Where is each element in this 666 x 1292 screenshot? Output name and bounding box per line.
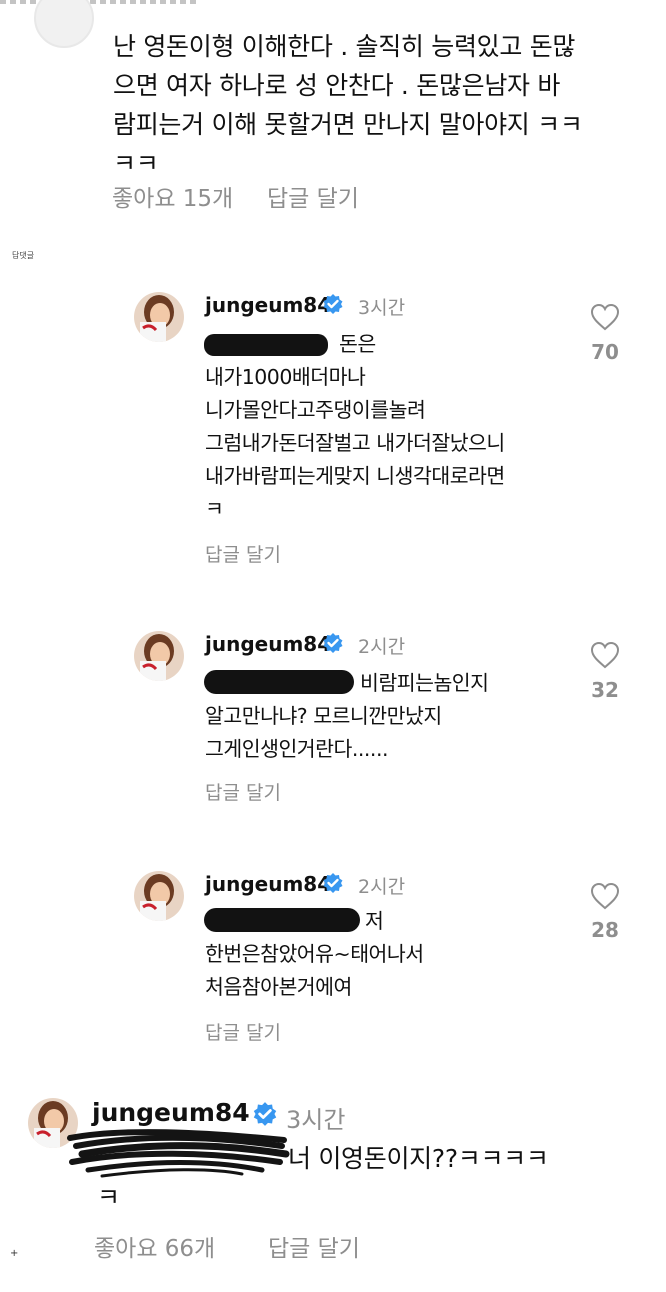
reply-reply-button[interactable]: 답글 달기 [205, 540, 281, 567]
footer-mark: + [10, 1248, 19, 1259]
verified-badge-icon [323, 294, 343, 314]
reply-time: 2시간 [358, 876, 406, 898]
reply-text: 저 한번은참았어유~태어나서 처음참아본거에여 [205, 905, 585, 1004]
reply-line: 한번은참았어유~태어나서 [205, 942, 424, 966]
reply-avatar[interactable] [134, 292, 184, 342]
top-comment-line: 난 영돈이형 이해한다 . 솔직히 능력있고 돈많 [113, 32, 576, 61]
cut-off-header-remnant [0, 0, 200, 4]
reply-like-count: 28 [591, 918, 619, 942]
bottom-comment-line: ㅋ [97, 1183, 120, 1212]
reply-username[interactable]: jungeum84 [205, 632, 331, 656]
top-comment-reply-button[interactable]: 답글 달기 [267, 179, 359, 213]
reply-line: 니가몰안다고주댕이를놀려 [205, 398, 426, 422]
profile-photo-icon [134, 292, 184, 342]
reply-like-count: 32 [591, 678, 619, 702]
verified-badge-icon [323, 633, 343, 653]
reply-line: 내가1000배더마나 [205, 365, 366, 389]
reply-text: 돈은 내가1000배더마나 니가몰안다고주댕이를놀려 그럼내가돈더잘벌고 내가더… [205, 328, 585, 526]
reply-line: 알고만나냐? 모르니깐만났지 [205, 704, 442, 728]
reply-line: 돈은 [339, 332, 376, 356]
reply-line: 비람피는놈인지 [360, 671, 489, 695]
top-comment-line: 으면 여자 하나로 성 안찬다 . 돈많은남자 바 [113, 71, 561, 100]
reply-text: 비람피는놈인지 알고만나냐? 모르니깐만났지 그게인생인거란다...... [205, 667, 585, 766]
reply-avatar[interactable] [134, 871, 184, 921]
reply-username[interactable]: jungeum84 [205, 872, 331, 896]
top-comment-line: 람피는거 이해 못할거면 만나지 말아야지 ㅋㅋ [113, 110, 583, 139]
reply-time: 3시간 [358, 297, 406, 319]
bottom-comment-reply-button[interactable]: 답글 달기 [268, 1229, 360, 1263]
reply-reply-button[interactable]: 답글 달기 [205, 1018, 281, 1045]
top-comment-likes[interactable]: 좋아요 15개 [112, 179, 233, 213]
heart-outline-icon[interactable] [590, 641, 620, 669]
reply-username[interactable]: jungeum84 [205, 293, 331, 317]
reply-line: ㅋ [205, 497, 224, 521]
verified-badge-icon [323, 873, 343, 893]
top-comment-text: 난 영돈이형 이해한다 . 솔직히 능력있고 돈많 으면 여자 하나로 성 안찬… [113, 27, 653, 183]
profile-photo-icon [134, 871, 184, 921]
bottom-comment-time: 3시간 [286, 1106, 346, 1134]
reply-line: 처음참아본거에여 [205, 975, 352, 999]
reply-time: 2시간 [358, 636, 406, 658]
heart-outline-icon[interactable] [590, 882, 620, 910]
bottom-comment-likes[interactable]: 좋아요 66개 [94, 1229, 215, 1263]
reply-line: 그럼내가돈더잘벌고 내가더잘났으니 [205, 431, 505, 455]
reply-line: 그게인생인거란다...... [205, 737, 388, 761]
reply-like-count: 70 [591, 340, 619, 364]
bottom-comment-username[interactable]: jungeum84 [92, 1098, 250, 1127]
profile-photo-icon [134, 631, 184, 681]
reply-avatar[interactable] [134, 631, 184, 681]
redaction-scribble [67, 1129, 290, 1178]
reply-section-label: 답댓글 [12, 251, 35, 260]
reply-line: 내가바람피는게맞지 니생각대로라면 [205, 464, 505, 488]
top-comment-line: ㅋㅋ [113, 149, 159, 178]
commenter-avatar[interactable] [34, 0, 94, 48]
reply-line: 저 [365, 909, 384, 933]
reply-reply-button[interactable]: 답글 달기 [205, 778, 281, 805]
heart-outline-icon[interactable] [590, 303, 620, 331]
